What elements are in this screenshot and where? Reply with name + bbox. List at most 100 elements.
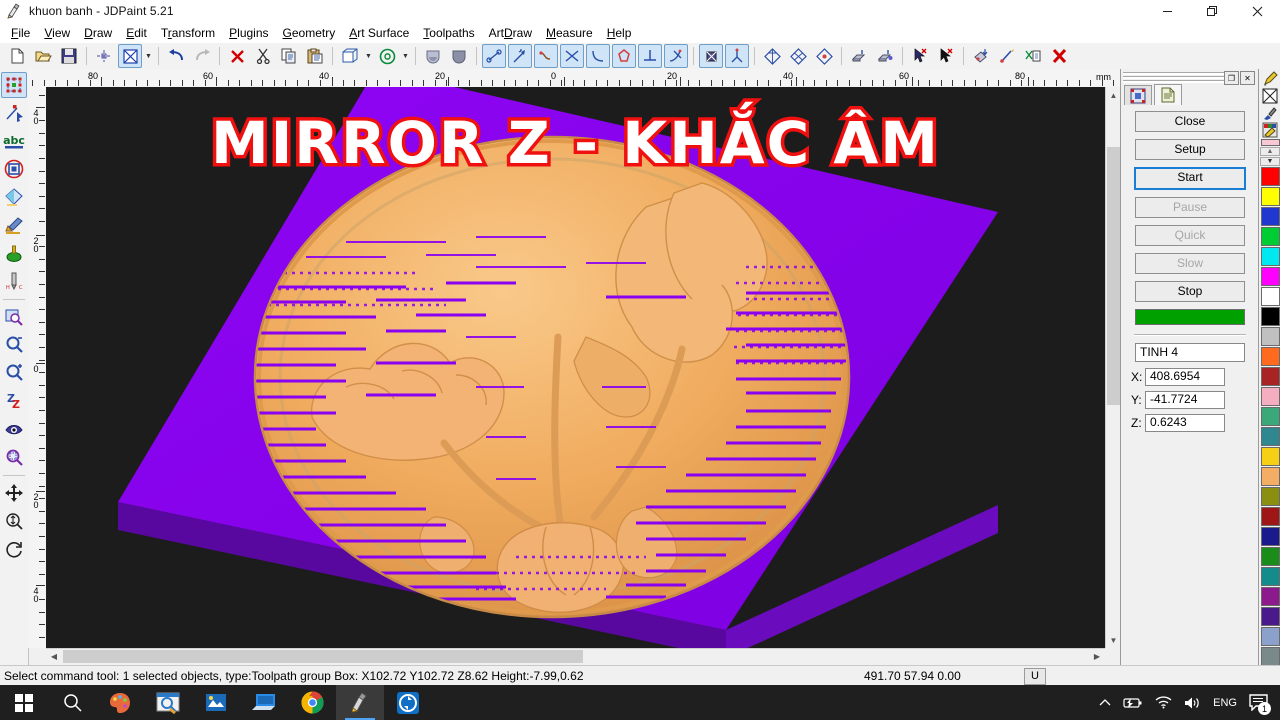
jdpaint-icon[interactable] (336, 685, 384, 720)
color-swatch[interactable] (1260, 227, 1280, 246)
chrome-icon[interactable] (288, 685, 336, 720)
menu-edit[interactable]: Edit (119, 24, 154, 42)
new-icon[interactable] (5, 44, 29, 68)
intersect-icon[interactable] (560, 44, 584, 68)
save-icon[interactable] (57, 44, 81, 68)
zoom-dynamic-icon[interactable] (1, 508, 27, 534)
menu-draw[interactable]: Draw (77, 24, 119, 42)
paint-icon[interactable] (96, 685, 144, 720)
pan-move-icon[interactable] (1, 480, 27, 506)
color-swatch[interactable] (1260, 507, 1280, 526)
menu-view[interactable]: View (37, 24, 77, 42)
close-button[interactable]: Close (1135, 111, 1245, 132)
menu-geometry[interactable]: Geometry (276, 24, 343, 42)
shape-ring-icon[interactable] (1, 156, 27, 182)
color-swatch[interactable] (1260, 427, 1280, 446)
perpendicular-icon[interactable] (638, 44, 662, 68)
paste-icon[interactable] (303, 44, 327, 68)
arrow-node-icon[interactable] (508, 44, 532, 68)
color-swatch[interactable] (1260, 167, 1280, 186)
menu-file[interactable]: File (4, 24, 37, 42)
panel-drag-grip[interactable] (1123, 72, 1235, 83)
color-swatch[interactable] (1260, 447, 1280, 466)
close-red-icon[interactable] (1047, 44, 1071, 68)
pencil-icon[interactable] (1261, 71, 1279, 87)
color-swatch[interactable] (1260, 607, 1280, 626)
zoom-object-icon[interactable] (1, 444, 27, 470)
rotate-view-icon[interactable] (375, 44, 399, 68)
setup-button[interactable]: Setup (1135, 139, 1245, 160)
palette-scroll-down-icon[interactable]: ▼ (1260, 157, 1280, 166)
close-button[interactable] (1235, 0, 1280, 22)
surface-c-icon[interactable] (812, 44, 836, 68)
zoom-out-icon[interactable] (1, 332, 27, 358)
relief-high-icon[interactable] (873, 44, 897, 68)
z-value-field[interactable]: 0.6243 (1145, 414, 1225, 432)
zoom-window-icon[interactable] (1, 304, 27, 330)
text-abc-icon[interactable]: abc (1, 128, 27, 154)
scroll-down-arrow-icon[interactable]: ▼ (1106, 632, 1121, 648)
scroll-right-arrow-icon[interactable]: ▶ (1089, 649, 1105, 664)
current-color-swatch[interactable] (1260, 139, 1280, 146)
tab-document[interactable] (1154, 84, 1182, 105)
file-explorer-search-icon[interactable] (144, 685, 192, 720)
color-swatch[interactable] (1260, 467, 1280, 486)
color-swatch[interactable] (1260, 407, 1280, 426)
cut-icon[interactable] (251, 44, 275, 68)
menu-art-surface[interactable]: Art Surface (342, 24, 416, 42)
undo-icon[interactable] (164, 44, 188, 68)
search-icon[interactable] (48, 685, 96, 720)
shade-dark-icon[interactable] (447, 44, 471, 68)
endmill-tool-icon[interactable]: H C (1, 268, 27, 294)
remote-desktop-icon[interactable] (240, 685, 288, 720)
color-swatch[interactable] (1260, 207, 1280, 226)
color-swatch[interactable] (1260, 487, 1280, 506)
no-fill-icon[interactable] (1261, 88, 1279, 104)
toolpath-delete-icon[interactable] (1021, 44, 1045, 68)
crosshair-icon[interactable] (92, 44, 116, 68)
pick-add-icon[interactable] (908, 44, 932, 68)
color-swatch[interactable] (1260, 547, 1280, 566)
horizontal-scroll-thumb[interactable] (63, 650, 583, 663)
palette-scroll-up-icon[interactable]: ▲ (1260, 147, 1280, 156)
language-indicator[interactable]: ENG (1207, 685, 1243, 720)
color-swatch[interactable] (1260, 247, 1280, 266)
maximize-restore-button[interactable] (1190, 0, 1235, 22)
polygon-icon[interactable] (612, 44, 636, 68)
delete-icon[interactable] (225, 44, 249, 68)
scroll-left-arrow-icon[interactable]: ◀ (46, 649, 62, 664)
menu-artdraw[interactable]: ArtDraw (482, 24, 539, 42)
surface-a-icon[interactable] (760, 44, 784, 68)
menu-toolpaths[interactable]: Toolpaths (416, 24, 481, 42)
rotate-dropdown-arrow-icon[interactable]: ▼ (400, 45, 411, 67)
palette-edit-icon[interactable] (1261, 122, 1279, 138)
horizontal-ruler[interactable]: 80 60 40 20 0 20 40 60 80 mm (28, 69, 1120, 88)
menu-plugins[interactable]: Plugins (222, 24, 275, 42)
teamviewer-icon[interactable] (384, 685, 432, 720)
color-swatch[interactable] (1260, 347, 1280, 366)
start-button-icon[interactable] (0, 685, 48, 720)
menu-measure[interactable]: Measure (539, 24, 600, 42)
viewport-horizontal-scrollbar[interactable]: ◀ ▶ (46, 648, 1105, 664)
notifications-icon[interactable]: 1 (1243, 685, 1274, 720)
show-hidden-icons-button[interactable] (1093, 685, 1117, 720)
toolpath-name-field[interactable]: TINH 4 (1135, 343, 1245, 362)
select-all-icon[interactable] (118, 44, 142, 68)
menu-transform[interactable]: Transform (154, 24, 222, 42)
box-dropdown-arrow-icon[interactable]: ▼ (363, 45, 374, 67)
view-eye-icon[interactable] (1, 416, 27, 442)
art-brush-icon[interactable] (1, 212, 27, 238)
scroll-up-arrow-icon[interactable]: ▲ (1106, 87, 1121, 103)
x-value-field[interactable]: 408.6954 (1145, 368, 1225, 386)
relief-drop-icon[interactable] (1, 240, 27, 266)
wifi-icon[interactable] (1149, 685, 1178, 720)
select-dropdown-arrow-icon[interactable]: ▼ (143, 45, 154, 67)
tangent-icon[interactable] (664, 44, 688, 68)
shade-light-icon[interactable] (421, 44, 445, 68)
redo-icon[interactable] (190, 44, 214, 68)
volume-icon[interactable] (1178, 685, 1207, 720)
y-value-field[interactable]: -41.7724 (1145, 391, 1225, 409)
tab-simulation[interactable] (1124, 85, 1152, 105)
color-swatch[interactable] (1260, 527, 1280, 546)
arc-icon[interactable] (586, 44, 610, 68)
